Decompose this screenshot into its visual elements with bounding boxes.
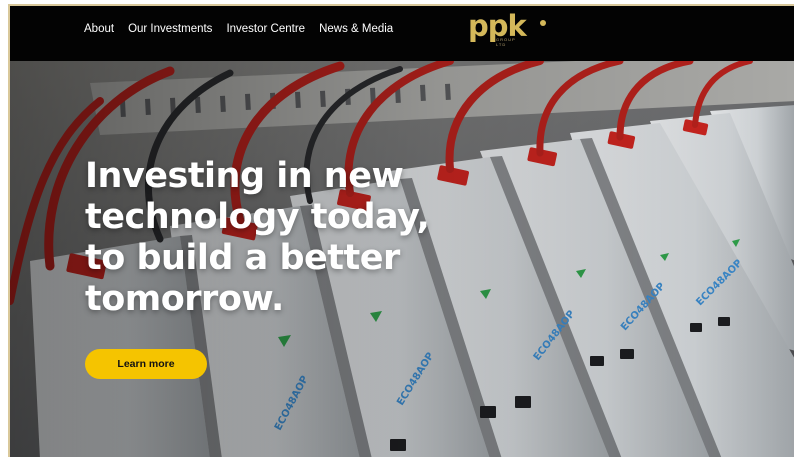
- headline-line-2: technology today,: [85, 197, 430, 237]
- nav-link-about[interactable]: About: [84, 23, 114, 35]
- page-frame: About Our Investments Investor Centre Ne…: [8, 4, 794, 457]
- nav-link-our-investments[interactable]: Our Investments: [128, 23, 212, 35]
- logo-subtitle: GROUP LTD: [496, 37, 516, 47]
- learn-more-button[interactable]: Learn more: [85, 349, 207, 379]
- logo-dot-icon: [540, 20, 546, 26]
- top-nav: About Our Investments Investor Centre Ne…: [10, 6, 794, 61]
- nav-links: About Our Investments Investor Centre Ne…: [84, 6, 393, 52]
- headline-line-4: tomorrow.: [85, 279, 284, 319]
- headline-line-3: to build a better: [85, 238, 400, 278]
- hero-banner: ECO48AOP ECO48AOP ECO48AOP ECO48AOP ECO4…: [10, 61, 794, 457]
- nav-link-news-media[interactable]: News & Media: [319, 23, 393, 35]
- hero-headline: Investing in new technology today, to bu…: [85, 156, 505, 320]
- headline-line-1: Investing in new: [85, 156, 404, 196]
- nav-link-investor-centre[interactable]: Investor Centre: [226, 23, 305, 35]
- ppk-logo[interactable]: ppk GROUP LTD: [468, 11, 546, 47]
